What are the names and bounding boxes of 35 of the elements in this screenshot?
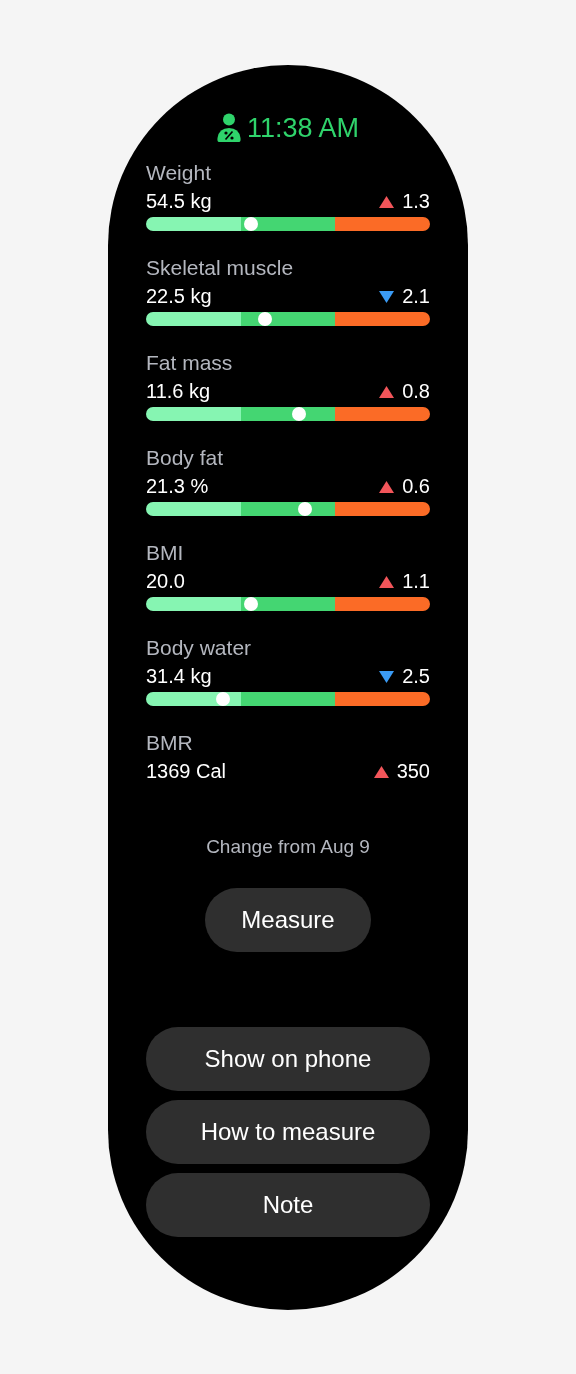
change-value: 1.1 [402, 570, 430, 593]
metric-label: BMR [146, 730, 194, 756]
metric-label: Weight [146, 160, 212, 186]
metric-label: Body fat [146, 445, 225, 471]
action-button[interactable]: Show on phone [146, 1027, 430, 1091]
time-text: 11:38 AM [246, 112, 360, 144]
increase-icon [379, 575, 395, 588]
increase-icon [373, 765, 389, 778]
decrease-icon [379, 670, 395, 683]
change-value: 350 [396, 760, 430, 783]
change-value: 1.3 [402, 190, 430, 213]
change-note: Change from Aug 9 [205, 836, 371, 858]
change-value: 2.5 [402, 665, 430, 688]
metric-label: Fat mass [146, 350, 234, 376]
increase-icon [379, 385, 395, 398]
increase-icon [379, 195, 395, 208]
metric-value: 20.0 [146, 570, 185, 593]
action-button[interactable]: How to measure [146, 1100, 430, 1164]
metric-value: 1369 Cal [146, 760, 227, 783]
change-value: 0.8 [402, 380, 430, 403]
measure-button[interactable]: Measure [205, 888, 371, 952]
metric-value: 21.3 % [146, 475, 209, 498]
metric-label: Skeletal muscle [146, 255, 295, 281]
change-value: 2.1 [402, 285, 430, 308]
metric-value: 11.6 kg [146, 380, 211, 403]
change-value: 0.6 [402, 475, 430, 498]
increase-icon [379, 480, 395, 493]
decrease-icon [379, 290, 395, 303]
metric-value: 22.5 kg [146, 285, 212, 308]
metric-label: Body water [146, 635, 253, 661]
action-button[interactable]: Note [146, 1173, 430, 1237]
metric-value: 31.4 kg [146, 665, 212, 688]
body-composition-icon [216, 113, 241, 143]
metric-label: BMI [146, 540, 185, 566]
metric-value: 54.5 kg [146, 190, 212, 213]
